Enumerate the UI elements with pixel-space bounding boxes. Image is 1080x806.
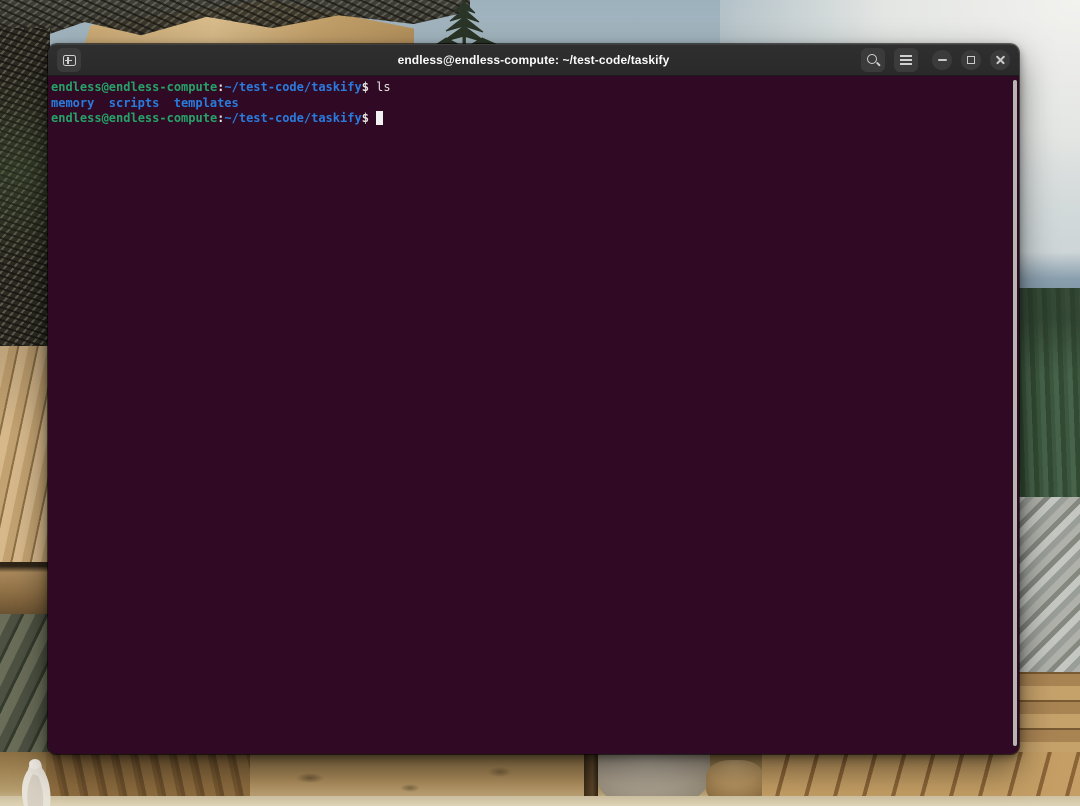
directory-name: scripts bbox=[109, 96, 160, 110]
terminal-line-ls-output: memory scripts templates bbox=[51, 96, 1009, 112]
command-text: ls bbox=[376, 80, 390, 94]
prompt-symbol: $ bbox=[362, 80, 369, 94]
wallpaper-white-bird bbox=[2, 752, 72, 806]
directory-name: memory bbox=[51, 96, 94, 110]
wallpaper-dark-shingles bbox=[0, 614, 50, 754]
search-button[interactable] bbox=[861, 48, 885, 72]
wallpaper-planks-bottom bbox=[46, 752, 276, 798]
prompt-user-host: endless@endless-compute bbox=[51, 80, 217, 94]
search-icon bbox=[866, 53, 880, 67]
close-button[interactable] bbox=[990, 50, 1010, 70]
prompt-user-host: endless@endless-compute bbox=[51, 111, 217, 125]
wallpaper-crates-right bbox=[1016, 672, 1080, 758]
wallpaper-branches-left bbox=[0, 28, 50, 346]
prompt-path: ~/test-code/taskify bbox=[224, 80, 361, 94]
text-cursor bbox=[376, 111, 383, 125]
titlebar-controls bbox=[861, 44, 1010, 76]
terminal-window: endless@endless-compute: ~/test-code/tas… bbox=[48, 44, 1019, 754]
wallpaper-rocky-slope bbox=[1016, 497, 1080, 677]
terminal-line-active-prompt: endless@endless-compute:~/test-code/task… bbox=[51, 111, 1009, 127]
wallpaper-forest bbox=[1016, 288, 1080, 503]
wallpaper-wood-beam bbox=[0, 562, 50, 614]
terminal-screen[interactable]: endless@endless-compute:~/test-code/task… bbox=[48, 76, 1019, 754]
close-icon bbox=[995, 55, 1005, 65]
hamburger-menu-icon bbox=[900, 55, 912, 65]
prompt-symbol: $ bbox=[362, 111, 369, 125]
maximize-button[interactable] bbox=[961, 50, 981, 70]
wallpaper-crates-bottom bbox=[762, 752, 1080, 800]
terminal-line-prompt-ls: endless@endless-compute:~/test-code/task… bbox=[51, 80, 1009, 96]
new-tab-icon bbox=[63, 55, 76, 66]
wallpaper-pine-tree bbox=[432, 0, 502, 46]
prompt-path: ~/test-code/taskify bbox=[224, 111, 361, 125]
minimize-button[interactable] bbox=[932, 50, 952, 70]
desktop-wallpaper: endless@endless-compute: ~/test-code/tas… bbox=[0, 0, 1080, 806]
window-titlebar[interactable]: endless@endless-compute: ~/test-code/tas… bbox=[48, 44, 1019, 76]
minimize-icon bbox=[938, 59, 947, 61]
menu-button[interactable] bbox=[894, 48, 918, 72]
directory-name: templates bbox=[174, 96, 239, 110]
wallpaper-gravel bbox=[0, 796, 1080, 806]
wallpaper-shingle-fan bbox=[0, 346, 50, 562]
maximize-icon bbox=[967, 56, 975, 64]
terminal-scrollbar[interactable] bbox=[1013, 80, 1017, 746]
window-title: endless@endless-compute: ~/test-code/tas… bbox=[398, 53, 670, 67]
new-tab-button[interactable] bbox=[57, 48, 81, 72]
